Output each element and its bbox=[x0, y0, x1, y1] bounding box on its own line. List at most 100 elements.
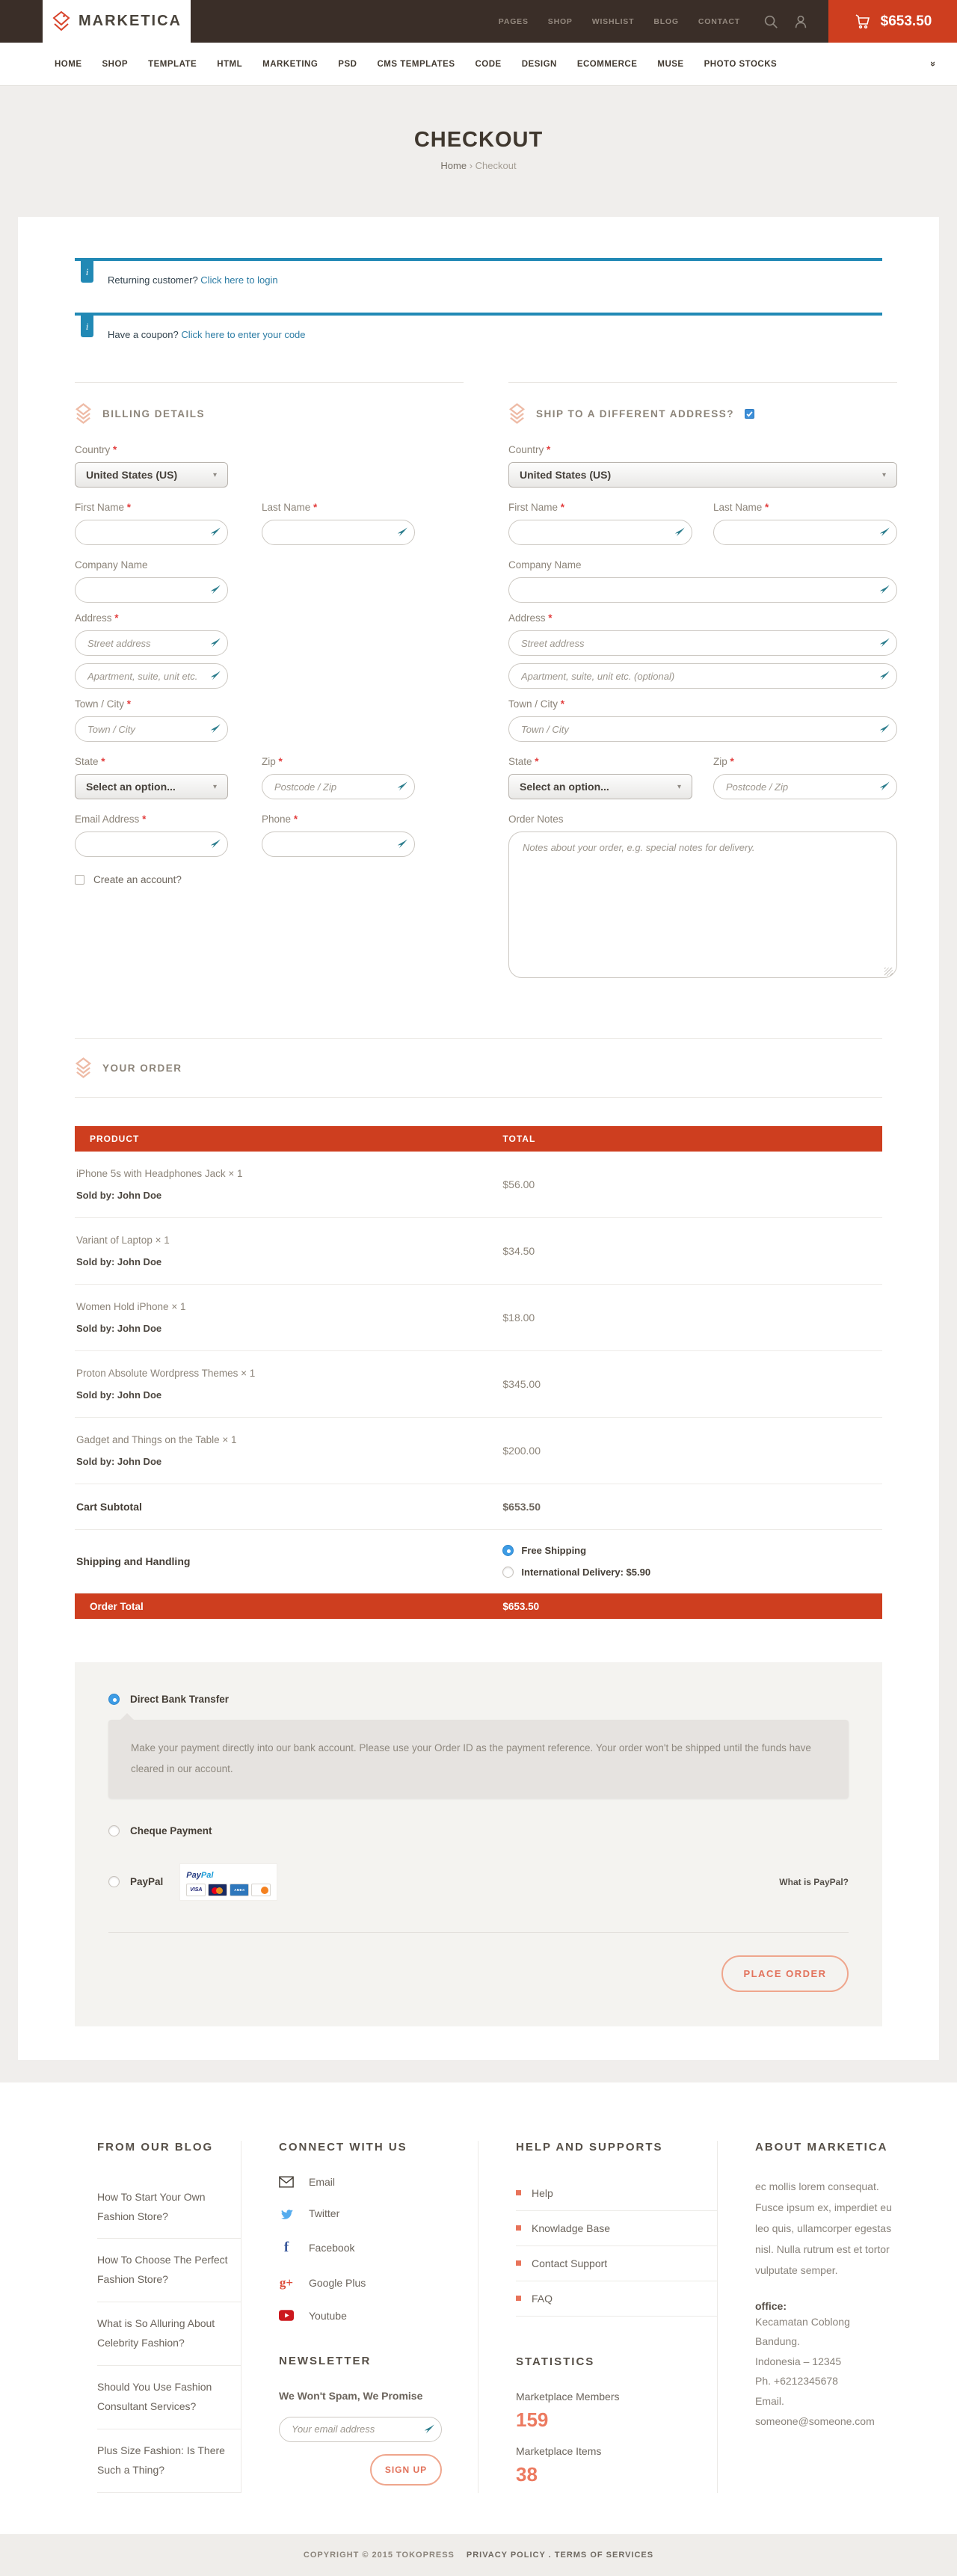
paypal-option[interactable]: PayPal PayPal VISA AMEX What is PayPal? bbox=[108, 1863, 849, 1901]
shipping-street-input[interactable] bbox=[508, 630, 897, 656]
blog-post-link[interactable]: How To Choose The Perfect Fashion Store? bbox=[97, 2239, 241, 2302]
billing-phone-input[interactable] bbox=[262, 831, 415, 857]
page-hero: CHECKOUT Home › Checkout bbox=[0, 86, 957, 217]
what-is-paypal-link[interactable]: What is PayPal? bbox=[779, 1877, 849, 1887]
main-menu: HOME SHOP TEMPLATE HTML MARKETING PSD CM… bbox=[0, 43, 957, 86]
shipping-section: SHIP TO A DIFFERENT ADDRESS? Country * U… bbox=[508, 382, 897, 992]
create-account-checkbox[interactable] bbox=[75, 875, 84, 885]
menu-template[interactable]: TEMPLATE bbox=[148, 60, 197, 69]
twitter-label: Twitter bbox=[309, 2207, 339, 2219]
knowledge-base-link[interactable]: Knowladge Base bbox=[516, 2211, 717, 2246]
product-vendor: Sold by: John Doe bbox=[76, 1456, 502, 1467]
contact-support-link[interactable]: Contact Support bbox=[516, 2246, 717, 2281]
shipping-zip-input[interactable] bbox=[713, 774, 897, 799]
login-link[interactable]: Click here to login bbox=[200, 274, 277, 286]
shipping-state-zip-row: State * Select an option... ▾ Zip * bbox=[508, 751, 897, 809]
page-title: CHECKOUT bbox=[0, 128, 957, 153]
menu-photo-stocks[interactable]: PHOTO STOCKS bbox=[704, 60, 778, 69]
menu-psd[interactable]: PSD bbox=[338, 60, 357, 69]
menu-muse[interactable]: MUSE bbox=[657, 60, 683, 69]
layers-icon bbox=[508, 402, 526, 425]
product-name[interactable]: Gadget and Things on the Table × 1 bbox=[76, 1434, 502, 1445]
faq-label: FAQ bbox=[532, 2293, 553, 2305]
product-total: $34.50 bbox=[502, 1245, 535, 1257]
free-shipping-option[interactable]: Free Shipping bbox=[502, 1545, 650, 1556]
topnav-pages[interactable]: PAGES bbox=[499, 17, 529, 26]
shipping-city-input[interactable] bbox=[508, 716, 897, 742]
billing-zip-input[interactable] bbox=[262, 774, 415, 799]
breadcrumb-home[interactable]: Home bbox=[440, 160, 467, 171]
billing-email-input[interactable] bbox=[75, 831, 228, 857]
billing-phone-field: Phone * bbox=[262, 809, 415, 857]
ship-different-checkbox[interactable] bbox=[745, 409, 754, 419]
product-name[interactable]: iPhone 5s with Headphones Jack × 1 bbox=[76, 1168, 502, 1179]
international-delivery-option[interactable]: International Delivery: $5.90 bbox=[502, 1567, 650, 1578]
product-total: $345.00 bbox=[502, 1378, 541, 1390]
product-name[interactable]: Variant of Laptop × 1 bbox=[76, 1235, 502, 1246]
billing-company-input[interactable] bbox=[75, 577, 228, 603]
paypal-cards-badge: PayPal VISA AMEX bbox=[179, 1863, 277, 1901]
product-name[interactable]: Women Hold iPhone × 1 bbox=[76, 1301, 502, 1312]
shipping-title: SHIP TO A DIFFERENT ADDRESS? bbox=[536, 408, 734, 419]
topnav-wishlist[interactable]: WISHLIST bbox=[592, 17, 635, 26]
billing-apartment-input[interactable] bbox=[75, 663, 228, 689]
envelope-icon bbox=[279, 2176, 294, 2188]
googleplus-link[interactable]: g+ Google Plus bbox=[279, 2275, 478, 2290]
billing-country-select[interactable]: United States (US) ▾ bbox=[75, 462, 228, 488]
shipping-company-input[interactable] bbox=[508, 577, 897, 603]
shipping-state-select[interactable]: Select an option... ▾ bbox=[508, 774, 692, 799]
shipping-last-name-input[interactable] bbox=[713, 520, 897, 545]
help-link-label: Help bbox=[532, 2187, 553, 2199]
billing-city-input[interactable] bbox=[75, 716, 228, 742]
footer-about-title: ABOUT MARKETICA bbox=[755, 2141, 905, 2154]
billing-first-name-input[interactable] bbox=[75, 520, 228, 545]
shipping-country-select[interactable]: United States (US) ▾ bbox=[508, 462, 897, 488]
search-icon[interactable] bbox=[763, 13, 779, 30]
topnav-shop[interactable]: SHOP bbox=[548, 17, 573, 26]
menu-html[interactable]: HTML bbox=[217, 60, 242, 69]
order-notes-textarea[interactable] bbox=[508, 831, 897, 978]
cart-button[interactable]: $653.50 bbox=[828, 0, 957, 43]
blog-post-link[interactable]: What is So Alluring About Celebrity Fash… bbox=[97, 2302, 241, 2366]
coupon-link[interactable]: Click here to enter your code bbox=[181, 329, 305, 340]
bank-transfer-option[interactable]: Direct Bank Transfer bbox=[108, 1694, 849, 1705]
billing-state-select[interactable]: Select an option... ▾ bbox=[75, 774, 228, 799]
brand-logo[interactable]: MARKETICA bbox=[43, 0, 191, 43]
shipping-first-name-input[interactable] bbox=[508, 520, 692, 545]
footer-legal-links[interactable]: PRIVACY POLICY . TERMS OF SERVICES bbox=[467, 2551, 653, 2560]
help-link[interactable]: Help bbox=[516, 2176, 717, 2211]
menu-home[interactable]: HOME bbox=[55, 60, 82, 69]
blog-post-link[interactable]: Should You Use Fashion Consultant Servic… bbox=[97, 2366, 241, 2429]
topnav-blog[interactable]: BLOG bbox=[653, 17, 679, 26]
menu-code[interactable]: CODE bbox=[476, 60, 502, 69]
billing-last-name-input[interactable] bbox=[262, 520, 415, 545]
product-total: $56.00 bbox=[502, 1178, 535, 1190]
signup-button[interactable]: SIGN UP bbox=[370, 2454, 442, 2486]
faq-link[interactable]: FAQ bbox=[516, 2281, 717, 2317]
menu-more-icon[interactable]: » bbox=[928, 61, 939, 67]
cheque-payment-option[interactable]: Cheque Payment bbox=[108, 1825, 849, 1836]
blog-post-link[interactable]: Plus Size Fashion: Is There Such a Thing… bbox=[97, 2429, 241, 2493]
billing-street-input[interactable] bbox=[75, 630, 228, 656]
resize-handle-icon[interactable] bbox=[884, 968, 893, 976]
menu-ecommerce[interactable]: ECOMMERCE bbox=[577, 60, 638, 69]
youtube-link[interactable]: Youtube bbox=[279, 2310, 478, 2322]
blog-post-link[interactable]: How To Start Your Own Fashion Store? bbox=[97, 2176, 241, 2240]
newsletter-email-input[interactable] bbox=[279, 2417, 442, 2442]
user-icon[interactable] bbox=[793, 13, 809, 30]
shipping-apartment-input[interactable] bbox=[508, 663, 897, 689]
menu-cms-templates[interactable]: CMS TEMPLATES bbox=[377, 60, 455, 69]
place-order-button[interactable]: PLACE ORDER bbox=[721, 1955, 849, 1992]
required-asterisk: * bbox=[279, 756, 283, 767]
product-name[interactable]: Proton Absolute Wordpress Themes × 1 bbox=[76, 1368, 502, 1379]
email-link[interactable]: Email bbox=[279, 2176, 478, 2188]
facebook-link[interactable]: f Facebook bbox=[279, 2240, 478, 2256]
autofill-icon bbox=[209, 723, 221, 736]
topnav-contact[interactable]: CONTACT bbox=[698, 17, 740, 26]
twitter-link[interactable]: Twitter bbox=[279, 2207, 478, 2220]
mastercard-icon bbox=[208, 1884, 227, 1896]
menu-marketing[interactable]: MARKETING bbox=[262, 60, 318, 69]
menu-design[interactable]: DESIGN bbox=[522, 60, 557, 69]
autofill-icon bbox=[209, 670, 221, 683]
menu-shop[interactable]: SHOP bbox=[102, 60, 129, 69]
